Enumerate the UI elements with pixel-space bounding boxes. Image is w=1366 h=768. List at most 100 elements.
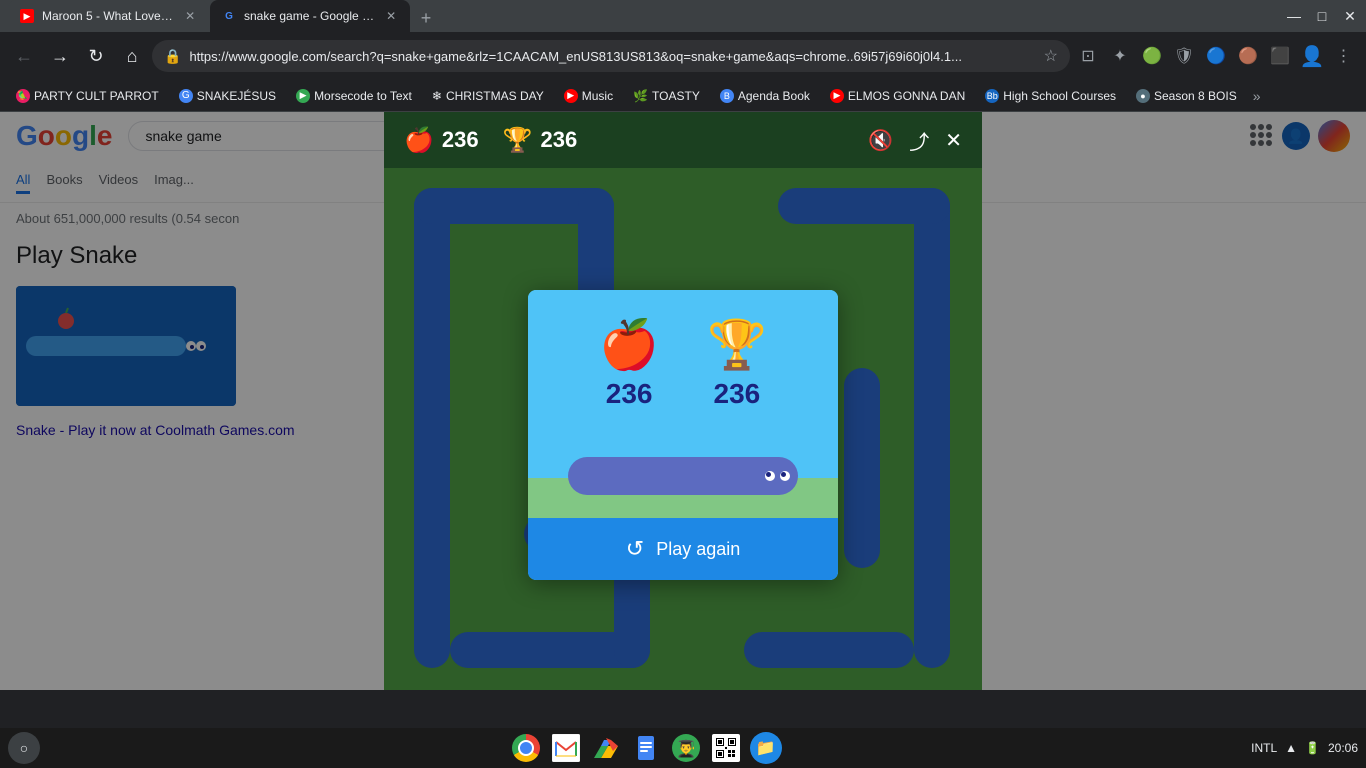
lock-icon: 🔒 — [164, 48, 181, 65]
bookmarks-overflow[interactable]: » — [1253, 88, 1261, 104]
window-controls: — □ ✕ — [1286, 8, 1358, 24]
taskbar-classroom[interactable]: 👨‍🎓 — [668, 730, 704, 766]
bookmark-elmos[interactable]: ▶ ELMOS GONNA DAN — [822, 87, 973, 105]
bookmark-highschool-label: High School Courses — [1003, 89, 1116, 103]
trophy-score-icon: 🏆 — [503, 126, 533, 155]
files-icon: 📁 — [750, 732, 782, 764]
classroom-icon: 👨‍🎓 — [672, 734, 700, 762]
share-button[interactable]: ⤴ — [909, 126, 929, 155]
bookmark-music[interactable]: ▶ Music — [556, 87, 621, 105]
bookmark-music-label: Music — [582, 89, 613, 103]
modal-score-area: 🍎 236 🏆 236 — [528, 290, 838, 410]
close-button[interactable]: ✕ — [1342, 8, 1358, 24]
taskbar-files[interactable]: 📁 — [748, 730, 784, 766]
star-icon[interactable]: ☆ — [1044, 46, 1058, 66]
svg-text:👨‍🎓: 👨‍🎓 — [676, 739, 696, 758]
nav-right-icons: ⊡ ✦ 🟢 🛡 🔵 🟤 ⬛ 👤 ⋮ — [1074, 42, 1358, 70]
bookmark-party-cult-label: PARTY CULT PARROT — [34, 89, 159, 103]
bookmark-snakejesus[interactable]: G SNAKEJÉSUS — [171, 87, 284, 105]
snakejesus-favicon: G — [179, 89, 193, 103]
extension5-icon[interactable]: ⬛ — [1266, 42, 1294, 70]
taskbar-gmail[interactable] — [548, 730, 584, 766]
game-canvas: 🍎 236 🏆 236 — [384, 168, 982, 690]
modal-best-score-value: 236 — [714, 378, 761, 410]
play-again-button[interactable]: ↺ Play again — [528, 518, 838, 580]
modal-apple-icon: 🍎 — [599, 322, 659, 370]
highschool-favicon: Bb — [985, 89, 999, 103]
elmos-favicon: ▶ — [830, 89, 844, 103]
play-again-label: Play again — [656, 539, 740, 560]
taskbar-drive[interactable] — [588, 730, 624, 766]
christmas-favicon: ❄ — [432, 89, 442, 103]
bookmark-snakejesus-label: SNAKEJÉSUS — [197, 89, 276, 103]
cast-icon[interactable]: ⊡ — [1074, 42, 1102, 70]
tab-snake-close[interactable]: ✕ — [384, 8, 398, 24]
menu-icon[interactable]: ⋮ — [1330, 42, 1358, 70]
google-favicon: G — [222, 9, 236, 23]
bookmark-toasty-label: TOASTY — [652, 89, 700, 103]
title-bar: ▶ Maroon 5 - What Lovers Do (Lyri... ✕ G… — [0, 0, 1366, 32]
snake-game-overlay: 🍎 236 🏆 236 🔇 ⤴ ✕ — [384, 112, 982, 690]
taskbar-chrome[interactable] — [508, 730, 544, 766]
address-bar[interactable]: 🔒 https://www.google.com/search?q=snake+… — [152, 40, 1070, 72]
modal-best-score: 🏆 236 — [707, 322, 767, 410]
maximize-button[interactable]: □ — [1314, 8, 1330, 24]
extension4-icon[interactable]: 🟤 — [1234, 42, 1262, 70]
season8-favicon: ● — [1136, 89, 1150, 103]
bookmark-toasty[interactable]: 🌿 TOASTY — [625, 87, 708, 105]
music-favicon: ▶ — [564, 89, 578, 103]
taskbar-launcher[interactable]: ○ — [8, 732, 40, 764]
docs-icon — [632, 734, 660, 762]
current-score-display: 🍎 236 — [404, 126, 479, 155]
bookmark-elmos-label: ELMOS GONNA DAN — [848, 89, 965, 103]
taskbar: ○ — [0, 728, 1366, 768]
modal-snake-area — [528, 418, 838, 518]
extension1-icon[interactable]: 🟢 — [1138, 42, 1166, 70]
taskbar-qr[interactable] — [708, 730, 744, 766]
new-tab-button[interactable]: + — [412, 4, 440, 32]
taskbar-docs[interactable] — [628, 730, 664, 766]
bookmark-christmas-label: CHRISTMAS DAY — [446, 89, 544, 103]
mute-button[interactable]: 🔇 — [868, 128, 893, 153]
tab-maroon5-close[interactable]: ✕ — [184, 8, 196, 24]
extension3-icon[interactable]: 🔵 — [1202, 42, 1230, 70]
tab-snake-title: snake game - Google Search — [244, 9, 376, 23]
extension2-icon[interactable]: 🛡 — [1170, 42, 1198, 70]
chrome-icon — [512, 734, 540, 762]
home-button[interactable]: ⌂ — [116, 40, 148, 72]
tab-snake[interactable]: G snake game - Google Search ✕ — [210, 0, 410, 32]
bookmark-party-cult[interactable]: 🦜 PARTY CULT PARROT — [8, 87, 167, 105]
clock: 20:06 — [1328, 741, 1358, 755]
apple-score-icon: 🍎 — [404, 126, 434, 155]
back-button[interactable]: ← — [8, 40, 40, 72]
bookmark-season8[interactable]: ● Season 8 BOIS — [1128, 87, 1245, 105]
modal-current-score: 🍎 236 — [599, 322, 659, 410]
wifi-icon: ▲ — [1285, 741, 1297, 755]
bookmarks-bar: 🦜 PARTY CULT PARROT G SNAKEJÉSUS ▶ Morse… — [0, 80, 1366, 112]
bookmark-season8-label: Season 8 BOIS — [1154, 89, 1237, 103]
bookmark-highschool[interactable]: Bb High School Courses — [977, 87, 1124, 105]
best-score-display: 🏆 236 — [503, 126, 578, 155]
forward-button[interactable]: → — [44, 40, 76, 72]
bookmark-christmas[interactable]: ❄ CHRISTMAS DAY — [424, 87, 552, 105]
current-score-value: 236 — [442, 127, 479, 153]
bookmark-agenda[interactable]: B Agenda Book — [712, 87, 818, 105]
refresh-icon: ↺ — [626, 536, 644, 562]
taskbar-right: INTL ▲ 🔋 20:06 — [1251, 741, 1358, 755]
bookmark-morsecode[interactable]: ▶ Morsecode to Text — [288, 87, 420, 105]
snake-left-eye — [765, 471, 775, 481]
taskbar-apps: 👨‍🎓 — [44, 730, 1247, 766]
google-background: Google 👤 All Books Videos Imag.. — [0, 112, 1366, 690]
modal-trophy-icon: 🏆 — [707, 322, 767, 370]
nav-bar: ← → ↻ ⌂ 🔒 https://www.google.com/search?… — [0, 32, 1366, 80]
game-close-button[interactable]: ✕ — [945, 128, 962, 153]
bookmark-icon[interactable]: ✦ — [1106, 42, 1134, 70]
address-text: https://www.google.com/search?q=snake+ga… — [189, 49, 1035, 64]
profile-icon[interactable]: 👤 — [1298, 42, 1326, 70]
game-header-icons: 🔇 ⤴ ✕ — [868, 126, 962, 155]
tab-maroon5[interactable]: ▶ Maroon 5 - What Lovers Do (Lyri... ✕ — [8, 0, 208, 32]
game-over-modal: 🍎 236 🏆 236 — [528, 290, 838, 580]
reload-button[interactable]: ↻ — [80, 40, 112, 72]
modal-current-score-value: 236 — [606, 378, 653, 410]
minimize-button[interactable]: — — [1286, 8, 1302, 24]
